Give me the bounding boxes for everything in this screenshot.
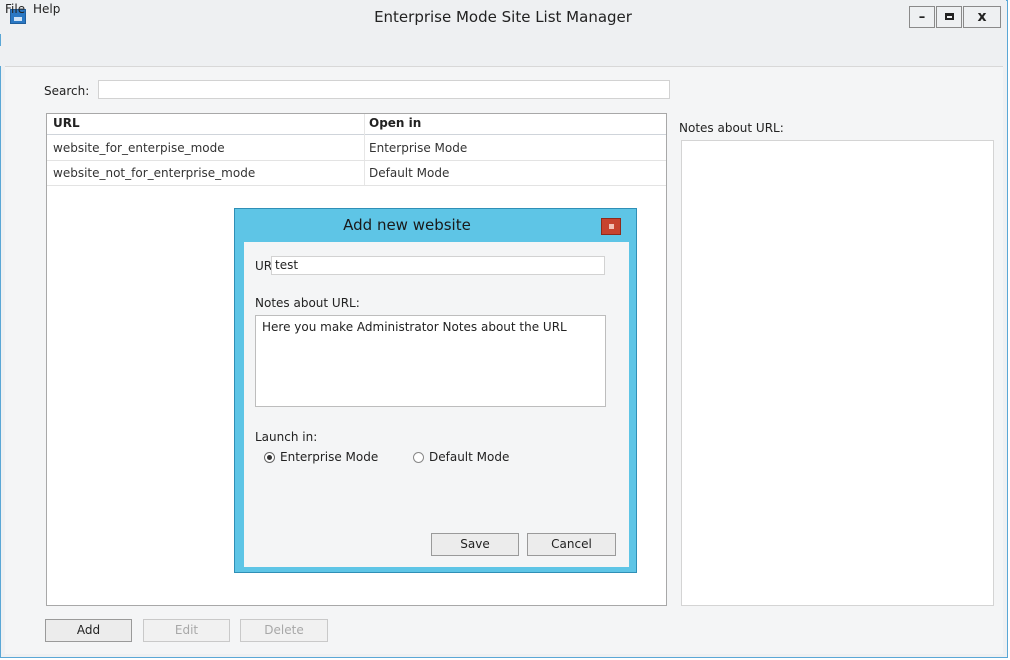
table-cell-open-in[interactable]: Default Mode bbox=[369, 166, 449, 180]
maximize-button[interactable] bbox=[936, 6, 962, 28]
radio-enterprise-mode[interactable] bbox=[264, 452, 275, 463]
column-header-url[interactable]: URL bbox=[53, 116, 80, 130]
menu-help[interactable]: Help bbox=[33, 2, 60, 16]
radio-enterprise-mode-label[interactable]: Enterprise Mode bbox=[280, 450, 378, 464]
menu-bar bbox=[0, 46, 1006, 66]
notes-textarea[interactable]: Here you make Administrator Notes about … bbox=[255, 315, 606, 407]
notes-field-label: Notes about URL: bbox=[255, 296, 360, 310]
launch-in-label: Launch in: bbox=[255, 430, 318, 444]
dialog-title: Add new website bbox=[343, 216, 471, 234]
search-label: Search: bbox=[44, 84, 90, 98]
add-button[interactable]: Add bbox=[45, 619, 132, 642]
table-cell-url[interactable]: website_for_enterpise_mode bbox=[53, 141, 225, 155]
edit-button[interactable]: Edit bbox=[143, 619, 230, 642]
column-header-open-in[interactable]: Open in bbox=[369, 116, 421, 130]
window-title: Enterprise Mode Site List Manager bbox=[374, 8, 632, 26]
maximize-icon bbox=[945, 13, 954, 20]
delete-button[interactable]: Delete bbox=[240, 619, 328, 642]
cancel-button[interactable]: Cancel bbox=[527, 533, 616, 556]
table-cell-url[interactable]: website_not_for_enterprise_mode bbox=[53, 166, 255, 180]
save-button[interactable]: Save bbox=[431, 533, 519, 556]
notes-display bbox=[681, 140, 994, 606]
close-window-button[interactable]: x bbox=[963, 6, 1001, 28]
radio-default-mode[interactable] bbox=[413, 452, 424, 463]
row-divider bbox=[47, 185, 666, 186]
header-divider bbox=[47, 134, 666, 135]
column-divider bbox=[364, 114, 365, 186]
notes-label: Notes about URL: bbox=[679, 121, 784, 135]
table-cell-open-in[interactable]: Enterprise Mode bbox=[369, 141, 467, 155]
menu-file[interactable]: File bbox=[5, 2, 25, 16]
row-divider bbox=[47, 160, 666, 161]
radio-default-mode-label[interactable]: Default Mode bbox=[429, 450, 509, 464]
dialog-close-button[interactable] bbox=[601, 218, 621, 235]
minimize-button[interactable]: – bbox=[909, 6, 935, 28]
url-input[interactable]: test bbox=[271, 256, 605, 275]
close-icon bbox=[609, 224, 614, 229]
search-input[interactable] bbox=[98, 80, 670, 99]
